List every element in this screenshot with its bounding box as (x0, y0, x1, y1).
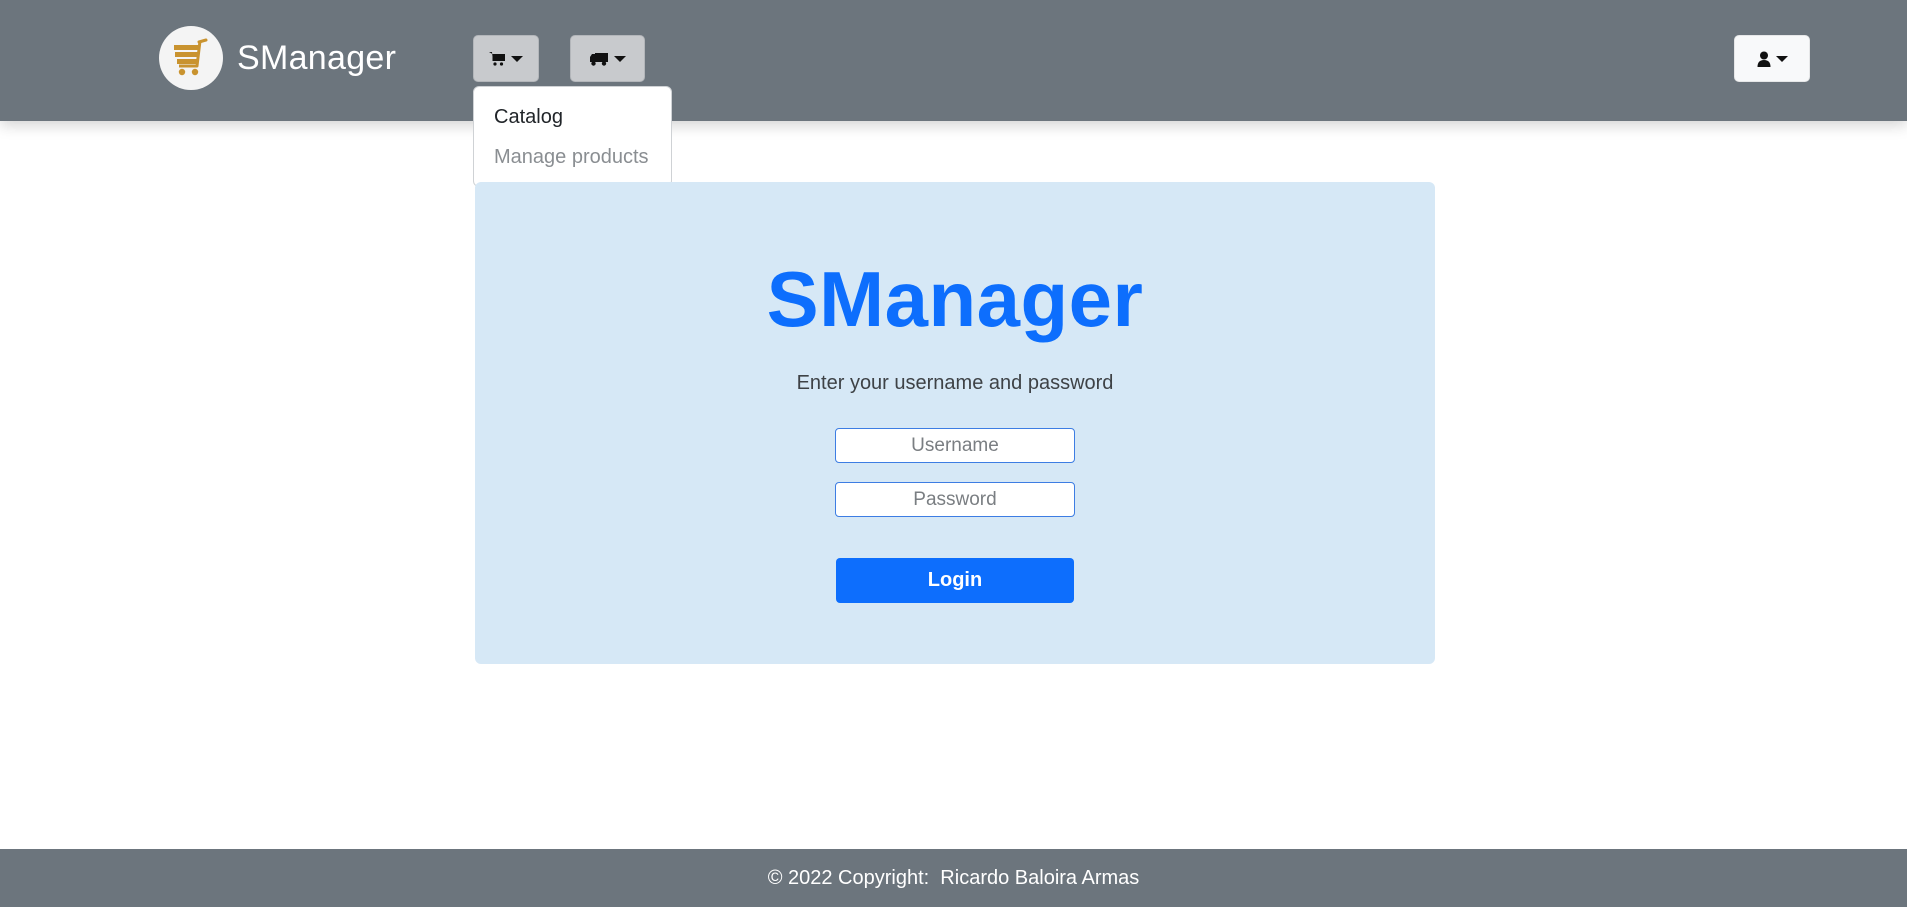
shop-menu-button[interactable] (473, 35, 539, 82)
shopping-cart-icon (174, 38, 208, 76)
login-title: SManager (766, 255, 1144, 343)
dropdown-item-manage-products[interactable]: Manage products (494, 146, 649, 169)
chevron-down-icon (511, 56, 523, 62)
shop-dropdown-menu: Catalog Manage products (473, 86, 672, 187)
login-button[interactable]: Login (836, 558, 1074, 603)
brand-logo (159, 26, 223, 90)
footer: © 2022 Copyright: Ricardo Baloira Armas (0, 849, 1907, 907)
user-icon (1757, 51, 1770, 67)
footer-copyright: © 2022 Copyright: Ricardo Baloira Armas (767, 866, 1140, 889)
top-navbar: SManager (0, 0, 1907, 121)
user-menu-button[interactable] (1734, 35, 1810, 82)
shopping-cart-icon (489, 52, 505, 66)
shipping-menu-button[interactable] (570, 35, 645, 82)
login-subtitle: Enter your username and password (796, 372, 1114, 394)
brand-name: SManager (237, 38, 397, 77)
truck-icon (590, 52, 608, 66)
brand[interactable]: SManager (159, 26, 396, 90)
chevron-down-icon (1775, 56, 1788, 62)
login-card: SManager Enter your username and passwor… (475, 182, 1435, 664)
dropdown-item-catalog[interactable]: Catalog (494, 106, 563, 129)
username-input[interactable] (835, 428, 1075, 463)
chevron-down-icon (614, 56, 626, 62)
password-input[interactable] (835, 482, 1075, 517)
